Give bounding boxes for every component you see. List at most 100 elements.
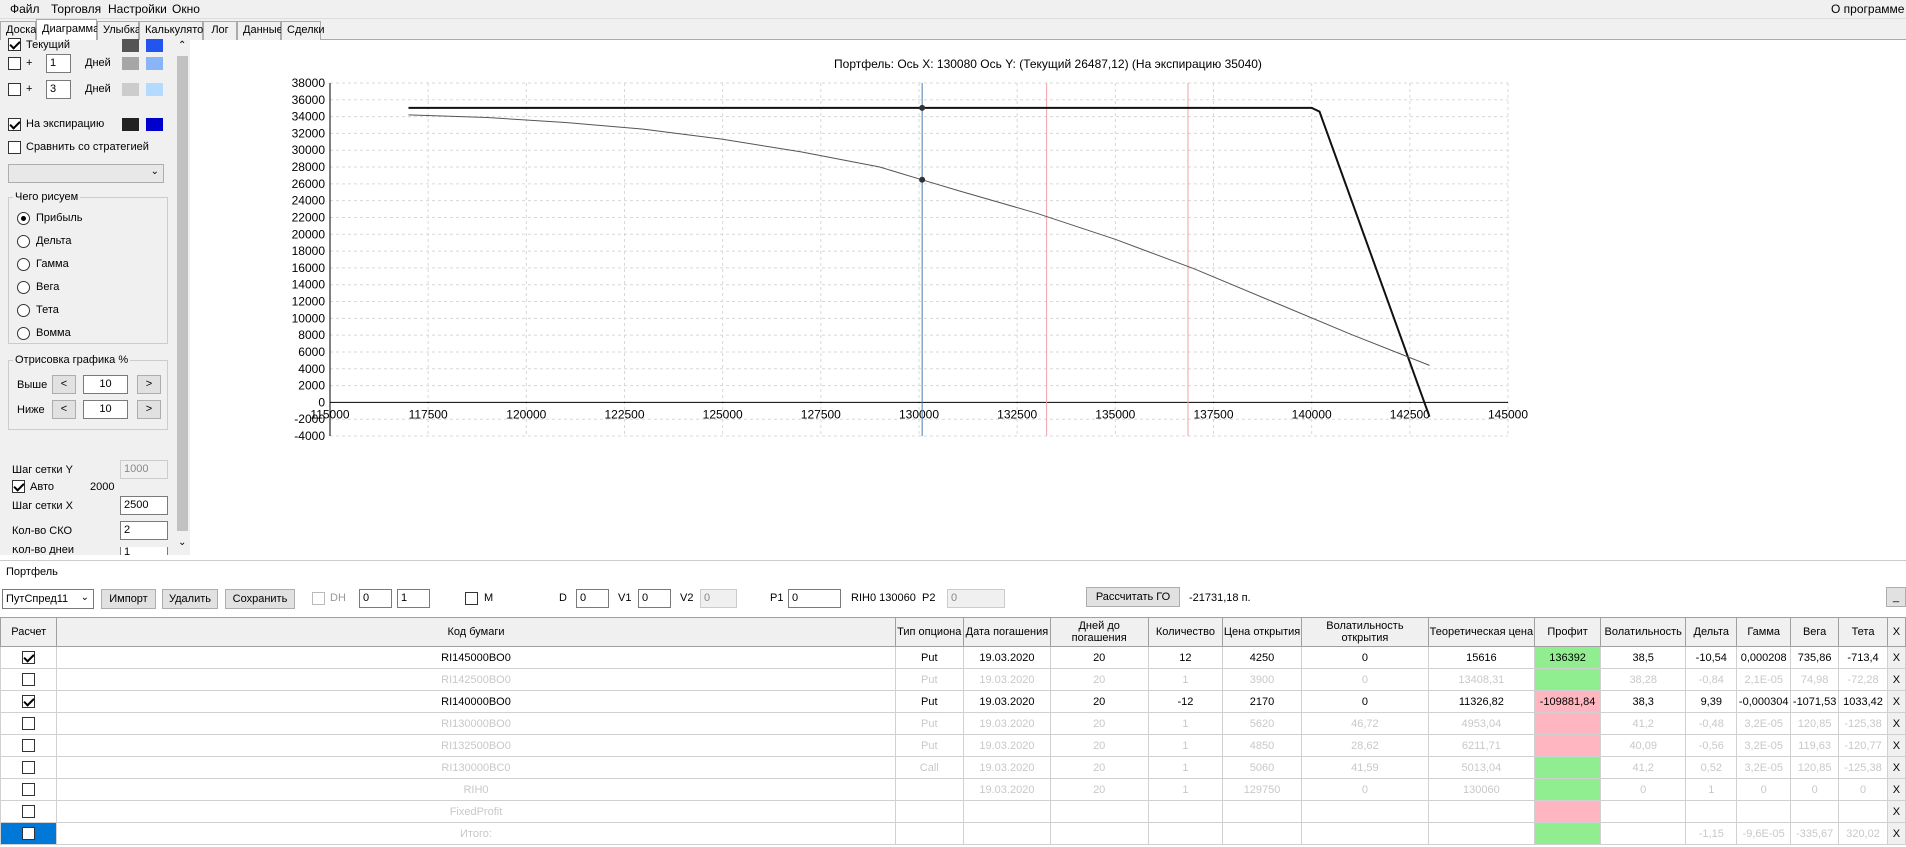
table-row[interactable]: Итого: -1,15 -9,6E-05 -335,67 320,02 X [0, 822, 1906, 845]
radio-vomma[interactable] [17, 327, 30, 340]
v2-input[interactable]: 0 [700, 589, 737, 608]
table-cell[interactable]: 1 [1147, 756, 1224, 779]
table-cell[interactable]: 20 [1049, 646, 1149, 669]
table-cell[interactable]: 9,39 [1685, 690, 1738, 713]
table-cell[interactable]: 129750 [1222, 778, 1302, 801]
table-cell[interactable]: RI130000BO0 [56, 712, 896, 735]
menu-settings[interactable]: Настройки [108, 2, 167, 16]
below-input[interactable]: 10 [83, 400, 128, 419]
column-header[interactable]: Код бумаги [56, 617, 896, 647]
tab-smile[interactable]: Улыбка [97, 21, 141, 40]
plus1-checkbox[interactable] [8, 57, 21, 70]
table-cell[interactable]: 38,28 [1600, 668, 1687, 691]
table-row[interactable]: RI130000BC0 Call 19.03.2020 20 1 5060 41,59 501… [0, 756, 1906, 779]
column-header[interactable]: Расчет [0, 617, 58, 647]
remove-row-button[interactable]: X [1886, 734, 1906, 757]
table-cell[interactable]: FixedProfit [56, 800, 896, 823]
table-cell[interactable] [1533, 800, 1602, 823]
plus1-color-1[interactable] [122, 57, 139, 70]
column-header[interactable]: Дата погашения [963, 617, 1051, 647]
table-cell[interactable]: 3,2E-05 [1736, 734, 1791, 757]
column-header[interactable]: Дней до погашения [1049, 617, 1149, 647]
chart-area[interactable]: Портфель: Ось X: 130080 Ось Y: (Текущий … [190, 40, 1906, 555]
remove-row-button[interactable]: X [1886, 778, 1906, 801]
table-row[interactable]: RI130000BO0 Put 19.03.2020 20 1 5620 46,72 4953… [0, 712, 1906, 735]
table-cell[interactable]: 41,2 [1600, 712, 1687, 735]
calc-checkbox-cell[interactable] [0, 690, 58, 713]
auto-checkbox[interactable] [12, 480, 25, 493]
import-button[interactable]: Импорт [101, 589, 156, 609]
table-cell[interactable]: 1 [1147, 734, 1224, 757]
table-cell[interactable]: 19.03.2020 [963, 646, 1051, 669]
table-cell[interactable]: -125,38 [1838, 712, 1888, 735]
table-row[interactable]: FixedProfit X [0, 800, 1906, 823]
table-cell[interactable]: 41,2 [1600, 756, 1687, 779]
table-cell[interactable]: 19.03.2020 [963, 668, 1051, 691]
sko-input[interactable]: 2 [120, 521, 168, 540]
table-cell[interactable]: 13408,31 [1427, 668, 1535, 691]
table-cell[interactable]: 735,86 [1789, 646, 1840, 669]
table-cell[interactable] [1533, 756, 1602, 779]
radio-delta[interactable] [17, 235, 30, 248]
table-cell[interactable]: -72,28 [1838, 668, 1888, 691]
column-header[interactable]: Дельта [1685, 617, 1738, 647]
table-cell[interactable]: Итого: [56, 822, 896, 845]
table-cell[interactable]: 0 [1736, 778, 1791, 801]
remove-row-button[interactable]: X [1886, 646, 1906, 669]
calc-checkbox[interactable] [22, 783, 36, 796]
table-cell[interactable]: 19.03.2020 [963, 756, 1051, 779]
plus2-input[interactable]: 3 [46, 80, 71, 99]
table-cell[interactable]: -0,56 [1685, 734, 1738, 757]
menu-about[interactable]: О программе [1831, 2, 1904, 16]
minimize-button[interactable]: _ [1886, 587, 1906, 607]
table-cell[interactable]: Put [894, 690, 965, 713]
scroll-up-icon[interactable]: ⌃ [178, 40, 186, 51]
above-increase-button[interactable]: > [137, 375, 161, 394]
table-cell[interactable] [1147, 800, 1224, 823]
remove-row-button[interactable]: X [1886, 822, 1906, 845]
table-cell[interactable]: 38,5 [1600, 646, 1687, 669]
table-cell[interactable] [963, 822, 1051, 845]
current-checkbox[interactable] [8, 38, 21, 51]
table-cell[interactable]: 3900 [1222, 668, 1302, 691]
table-cell[interactable]: Put [894, 734, 965, 757]
table-cell[interactable]: -713,4 [1838, 646, 1888, 669]
delete-button[interactable]: Удалить [162, 589, 218, 609]
table-cell[interactable]: -120,77 [1838, 734, 1888, 757]
table-cell[interactable] [894, 778, 965, 801]
column-header[interactable]: Волатильность [1600, 617, 1687, 647]
table-cell[interactable] [1300, 822, 1429, 845]
p1-input[interactable]: 0 [788, 589, 841, 608]
table-cell[interactable]: 20 [1049, 668, 1149, 691]
table-cell[interactable]: 19.03.2020 [963, 712, 1051, 735]
table-cell[interactable] [1736, 800, 1791, 823]
table-cell[interactable] [1427, 800, 1535, 823]
calc-checkbox-cell[interactable] [0, 668, 58, 691]
scroll-down-icon[interactable]: ⌄ [178, 537, 186, 548]
expiry-color-1[interactable] [122, 118, 139, 131]
tab-deals[interactable]: Сделки [281, 21, 325, 40]
v1-input[interactable]: 0 [638, 589, 671, 608]
days-input[interactable]: 1 [120, 547, 168, 555]
table-cell[interactable]: -12 [1147, 690, 1224, 713]
calc-checkbox[interactable] [22, 695, 36, 708]
table-cell[interactable]: RIH0 [56, 778, 896, 801]
table-cell[interactable]: 19.03.2020 [963, 734, 1051, 757]
table-cell[interactable]: 6211,71 [1427, 734, 1535, 757]
table-cell[interactable]: 0,52 [1685, 756, 1738, 779]
strategy-select[interactable]: ПутСпред11 ⌄ [2, 589, 94, 609]
tab-log[interactable]: Лог [203, 21, 237, 40]
calc-checkbox-cell[interactable] [0, 778, 58, 801]
plus2-color-1[interactable] [122, 83, 139, 96]
above-input[interactable]: 10 [83, 375, 128, 394]
table-cell[interactable]: 40,09 [1600, 734, 1687, 757]
table-cell[interactable]: 5060 [1222, 756, 1302, 779]
table-cell[interactable]: Put [894, 712, 965, 735]
table-cell[interactable] [1222, 822, 1302, 845]
table-cell[interactable] [1533, 668, 1602, 691]
p2-input[interactable]: 0 [947, 589, 1005, 608]
table-cell[interactable]: -1071,53 [1789, 690, 1840, 713]
plus1-color-2[interactable] [146, 57, 163, 70]
table-cell[interactable] [1533, 822, 1602, 845]
table-row[interactable]: RI145000BO0 Put 19.03.2020 20 12 4250 0 15616 13… [0, 646, 1906, 669]
